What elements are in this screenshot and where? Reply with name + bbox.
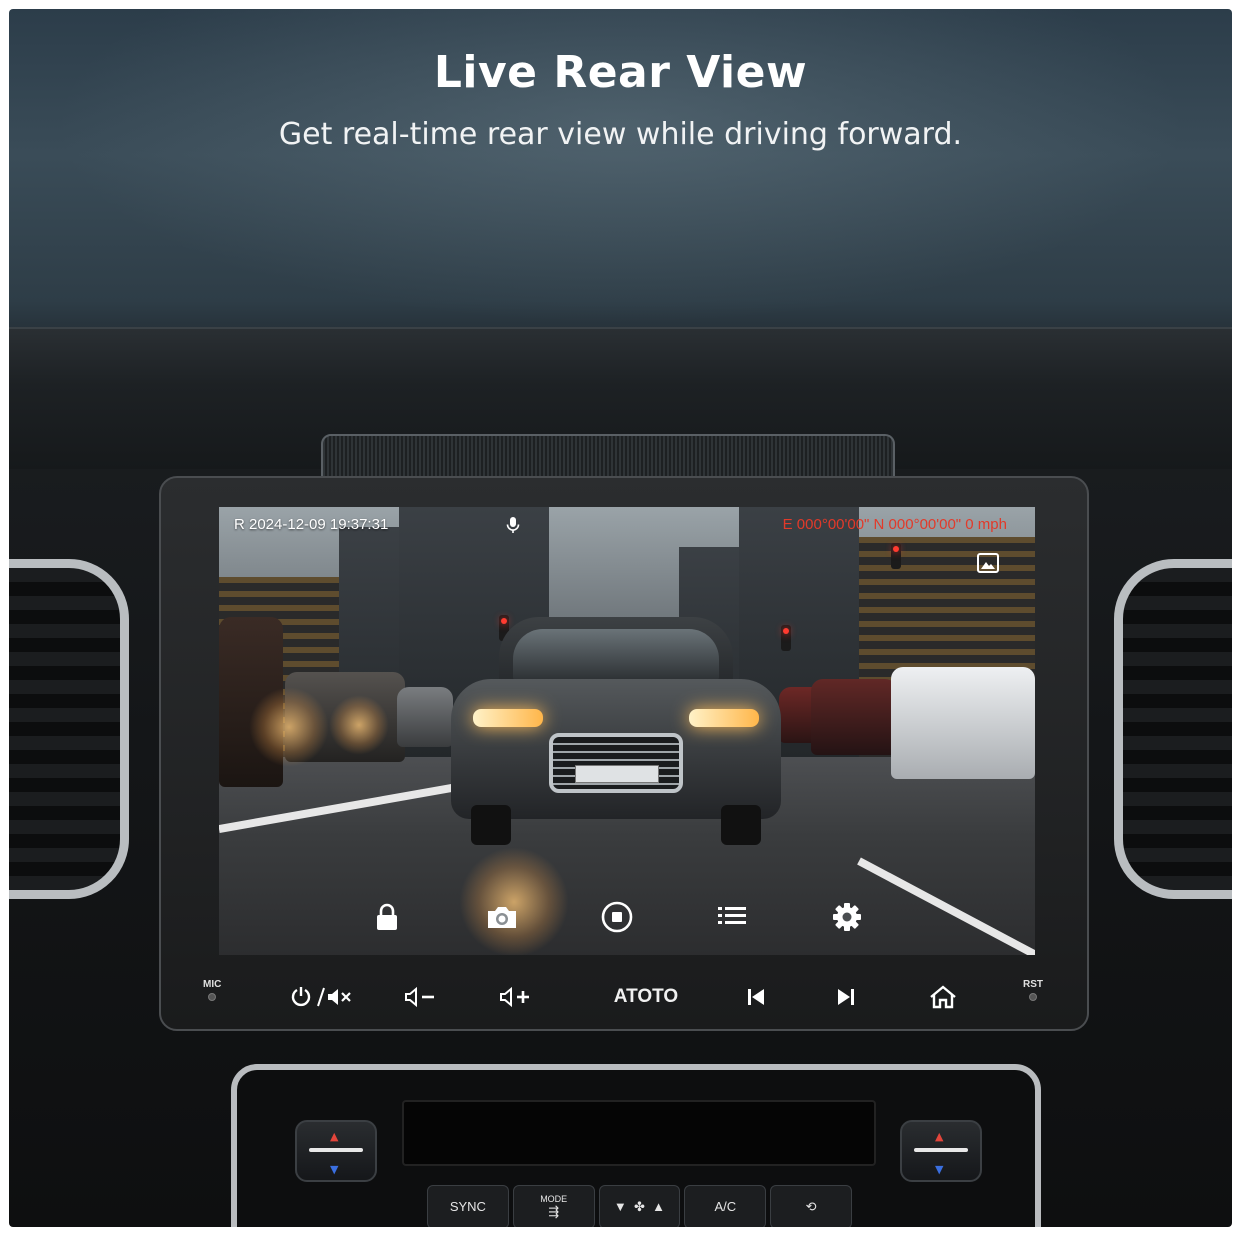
- traffic-car: [811, 679, 897, 755]
- camera-icon: [488, 907, 516, 928]
- volume-down-icon: [405, 986, 434, 1008]
- fan-down-icon: ▼: [613, 1198, 627, 1214]
- recirculation-button[interactable]: ⟲: [770, 1185, 852, 1227]
- record-button[interactable]: [597, 897, 637, 937]
- mic-pinhole: [208, 993, 217, 1001]
- mode-button[interactable]: MODE ⇶: [512, 1185, 595, 1227]
- file-list-button[interactable]: [712, 897, 752, 937]
- page-title: Live Rear View: [433, 47, 808, 98]
- snapshot-button[interactable]: [482, 897, 522, 937]
- lock-icon: [377, 903, 397, 930]
- page-subtitle: Get real-time rear view while driving fo…: [278, 117, 963, 152]
- gear-icon: [833, 903, 861, 931]
- previous-track-button[interactable]: [741, 983, 771, 1011]
- settings-button[interactable]: [827, 897, 867, 937]
- mic-port: MIC: [203, 979, 221, 1001]
- temp-up-icon: ▲: [330, 1130, 339, 1143]
- fan-icon: ✤: [634, 1198, 645, 1214]
- next-track-button[interactable]: [831, 983, 861, 1011]
- home-button[interactable]: [926, 983, 960, 1011]
- license-plate: [575, 765, 659, 783]
- gps-speed-readout: E 000°00'00" N 000°00'00" 0 mph: [782, 516, 1007, 533]
- temp-down-icon: ▼: [935, 1163, 944, 1176]
- skip-previous-icon: [748, 989, 764, 1005]
- ac-button[interactable]: A/C: [684, 1185, 767, 1227]
- ac-label: A/C: [714, 1198, 737, 1214]
- head-unit: R 2024-12-09 19:37:31 E 000°00'00" N 000…: [159, 476, 1089, 1031]
- power-mute-icon: [291, 987, 351, 1007]
- skip-next-icon: [838, 989, 854, 1005]
- volume-up-icon: [500, 986, 529, 1008]
- grille: [549, 733, 683, 793]
- climate-panel: ▲ ▼ ▲ ▼ SYNC MODE ⇶ ▼ ✤ ▲ A/C ⟲: [231, 1064, 1041, 1227]
- white-suv: [891, 667, 1035, 779]
- passenger-temp-control[interactable]: ▲ ▼: [900, 1120, 982, 1182]
- list-icon: [718, 907, 746, 924]
- fan-up-icon: ▲: [652, 1198, 666, 1214]
- headlight-glow: [329, 695, 389, 755]
- temp-up-icon: ▲: [935, 1130, 944, 1143]
- rst-label: RST: [1023, 979, 1043, 990]
- climate-buttons: SYNC MODE ⇶ ▼ ✤ ▲ A/C ⟲: [427, 1185, 852, 1227]
- headlight: [689, 709, 759, 727]
- lock-button[interactable]: [367, 897, 407, 937]
- dashcam-controls: [367, 897, 867, 937]
- dashcam-screen[interactable]: R 2024-12-09 19:37:31 E 000°00'00" N 000…: [219, 507, 1035, 955]
- brand-label: ATOTO: [613, 986, 679, 1007]
- climate-display: [402, 1100, 876, 1166]
- power-mute-button[interactable]: [288, 983, 358, 1011]
- mic-label: MIC: [203, 979, 222, 990]
- sync-button[interactable]: SYNC: [427, 1185, 509, 1227]
- fan-speed-control[interactable]: ▼ ✤ ▲: [598, 1185, 681, 1227]
- headlight: [473, 709, 543, 727]
- product-banner: Live Rear View Get real-time rear view w…: [9, 9, 1232, 1227]
- temp-down-icon: ▼: [330, 1163, 339, 1176]
- home-icon: [930, 985, 956, 1009]
- driver-temp-control[interactable]: ▲ ▼: [295, 1120, 377, 1182]
- volume-up-button[interactable]: [496, 983, 536, 1011]
- record-stop-icon: [601, 901, 633, 933]
- reset-pinhole: [1029, 993, 1037, 1001]
- headlight-glow: [249, 687, 329, 767]
- traffic-light: [781, 625, 791, 651]
- right-air-vent: [1114, 559, 1232, 899]
- bezel-button-row: MIC ATOTO RST: [161, 965, 1087, 1025]
- recording-timestamp: R 2024-12-09 19:37:31: [234, 516, 389, 533]
- sync-label: SYNC: [449, 1198, 486, 1214]
- speaker-grille: [321, 434, 895, 482]
- recirculation-icon: ⟲: [805, 1198, 817, 1214]
- airflow-icon: ⇶: [548, 1203, 560, 1219]
- following-car: [451, 617, 781, 847]
- left-air-vent: [9, 559, 129, 899]
- microphone-icon[interactable]: [505, 516, 521, 534]
- traffic-light: [891, 543, 901, 569]
- oncoming-car: [397, 687, 453, 747]
- brand-logo: ATOTO: [601, 983, 691, 1011]
- gallery-icon[interactable]: [977, 553, 999, 573]
- volume-down-button[interactable]: [401, 983, 441, 1011]
- reset-port[interactable]: RST: [1023, 979, 1043, 1001]
